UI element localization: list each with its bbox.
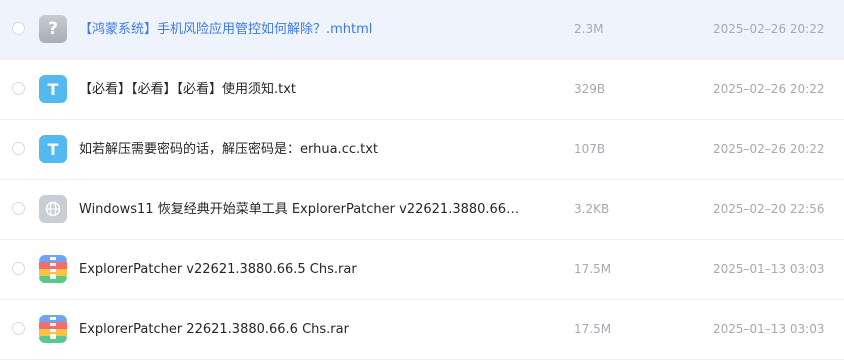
file-size: 329B (574, 82, 606, 96)
file-date: 2025–02–26 20:22 (713, 142, 825, 156)
file-row[interactable]: ExplorerPatcher 22621.3880.66.6 Chs.rar … (0, 300, 844, 360)
select-checkbox[interactable] (12, 22, 25, 35)
file-name[interactable]: ExplorerPatcher 22621.3880.66.6 Chs.rar (79, 300, 349, 359)
select-checkbox[interactable] (12, 142, 25, 155)
file-size: 3.2KB (574, 202, 610, 216)
file-row[interactable]: T 【必看】【必看】【必看】使用须知.txt 329B 2025–02–26 2… (0, 60, 844, 120)
file-date: 2025–01–13 03:03 (713, 322, 825, 336)
file-date: 2025–02–26 20:22 (713, 22, 825, 36)
file-size: 17.5M (574, 322, 612, 336)
file-row[interactable]: T 如若解压需要密码的话，解压密码是：erhua.cc.txt 107B 202… (0, 120, 844, 180)
globe-icon (45, 201, 61, 217)
file-size: 17.5M (574, 262, 612, 276)
file-name[interactable]: Windows11 恢复经典开始菜单工具 ExplorerPatcher v22… (79, 180, 519, 239)
archive-file-icon (39, 315, 67, 343)
file-size: 107B (574, 142, 606, 156)
text-file-icon: T (39, 135, 67, 163)
archive-file-icon (39, 255, 67, 283)
select-checkbox[interactable] (12, 262, 25, 275)
select-checkbox[interactable] (12, 202, 25, 215)
file-list: ? 【鸿蒙系统】手机风险应用管控如何解除？.mhtml 2.3M 2025–02… (0, 0, 844, 360)
file-date: 2025–02–26 20:22 (713, 82, 825, 96)
select-checkbox[interactable] (12, 322, 25, 335)
file-date: 2025–02–20 22:56 (713, 202, 825, 216)
unknown-file-icon: ? (39, 15, 67, 43)
file-name[interactable]: ExplorerPatcher v22621.3880.66.5 Chs.rar (79, 240, 357, 299)
file-name[interactable]: 【必看】【必看】【必看】使用须知.txt (79, 60, 296, 119)
file-row[interactable]: ExplorerPatcher v22621.3880.66.5 Chs.rar… (0, 240, 844, 300)
file-name[interactable]: 如若解压需要密码的话，解压密码是：erhua.cc.txt (79, 120, 378, 179)
file-size: 2.3M (574, 22, 604, 36)
file-row[interactable]: Windows11 恢复经典开始菜单工具 ExplorerPatcher v22… (0, 180, 844, 240)
file-row[interactable]: ? 【鸿蒙系统】手机风险应用管控如何解除？.mhtml 2.3M 2025–02… (0, 0, 844, 60)
file-name[interactable]: 【鸿蒙系统】手机风险应用管控如何解除？.mhtml (79, 0, 372, 59)
text-file-icon: T (39, 75, 67, 103)
file-date: 2025–01–13 03:03 (713, 262, 825, 276)
select-checkbox[interactable] (12, 82, 25, 95)
web-link-icon (39, 195, 67, 223)
